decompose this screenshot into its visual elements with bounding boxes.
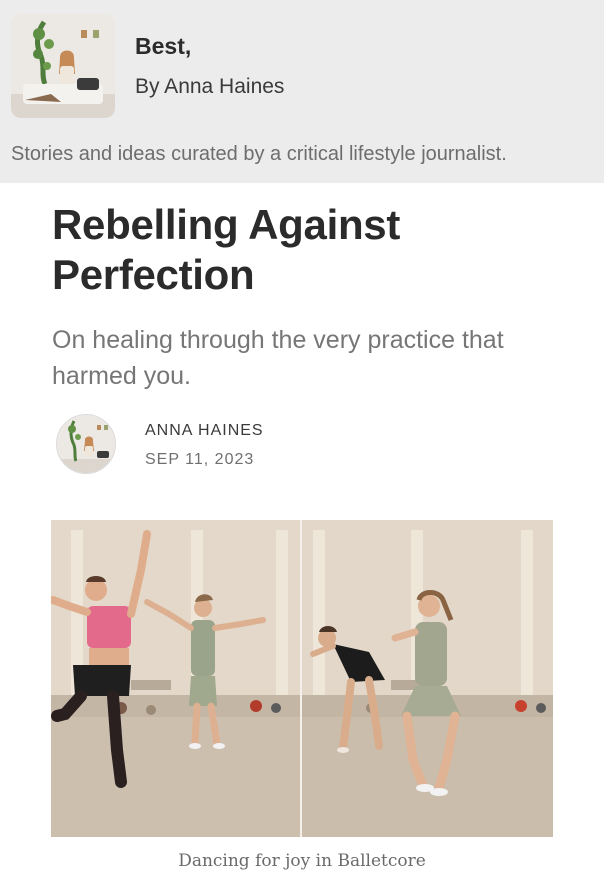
image-caption: Dancing for joy in Balletcore <box>178 851 426 871</box>
hero-image <box>51 520 553 837</box>
publication-header: Best, By Anna Haines Stories and ideas c… <box>0 0 604 183</box>
publication-logo-image <box>11 14 115 118</box>
author-name[interactable]: ANNA HAINES <box>145 422 264 440</box>
post-date: SEP 11, 2023 <box>145 451 255 468</box>
article-title: Rebelling Against Perfection <box>52 201 401 298</box>
author-avatar-image <box>57 415 115 473</box>
author-avatar[interactable] <box>56 414 116 474</box>
dancers-photo <box>51 520 553 837</box>
publication-byline: By Anna Haines <box>135 75 285 98</box>
article-subtitle: On healing through the very practice tha… <box>52 326 504 390</box>
publication-logo[interactable] <box>11 14 115 118</box>
publication-name[interactable]: Best, <box>135 33 191 60</box>
publication-tagline: Stories and ideas curated by a critical … <box>11 143 507 165</box>
